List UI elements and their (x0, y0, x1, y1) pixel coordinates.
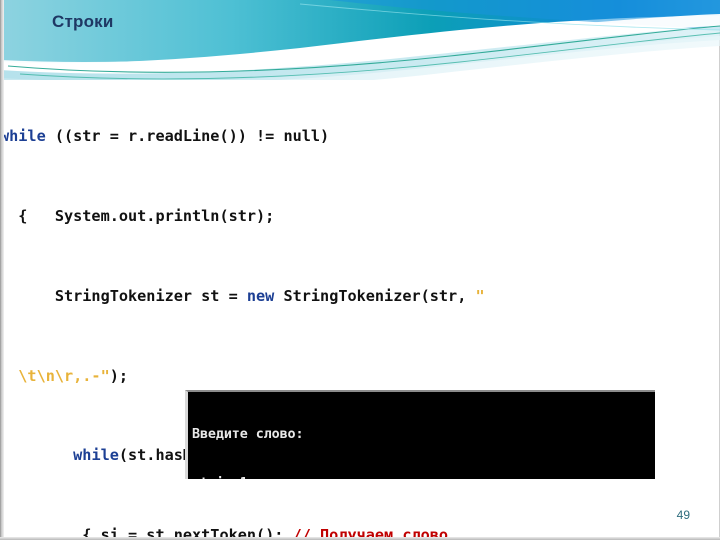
slide: Строки while ((str = r.readLine()) != nu… (0, 0, 720, 540)
console-output-text: Введите слово: string1 String1 string2, … (188, 392, 655, 479)
code-string-delimiters: \t\n\r,.-" (0, 366, 110, 385)
console-line: string1 (192, 476, 655, 479)
code-text: StringTokenizer(str, (274, 286, 476, 305)
code-line: StringTokenizer st = new StringTokenizer… (0, 283, 720, 310)
console-line: Введите слово: (192, 427, 304, 443)
code-keyword-while: while (0, 127, 46, 146)
code-keyword-new: new (246, 286, 275, 305)
code-text: ((str = r.readLine()) != null) (45, 127, 330, 146)
code-line: { System.out.println(str); (0, 206, 275, 225)
page-left-edge-shadow (0, 0, 4, 540)
code-line: while ((str = r.readLine()) != null) (0, 123, 720, 150)
console-output-window: Введите слово: string1 String1 string2, … (185, 390, 655, 479)
code-text: ); (109, 366, 129, 385)
code-line: \t\n\r,.-"); (0, 363, 720, 390)
page-number: 49 (676, 508, 690, 522)
code-string-open-quote: " (475, 286, 485, 305)
page-title: Строки (52, 12, 114, 31)
code-keyword-while: while (73, 446, 119, 465)
code-text: StringTokenizer st = (0, 286, 247, 305)
